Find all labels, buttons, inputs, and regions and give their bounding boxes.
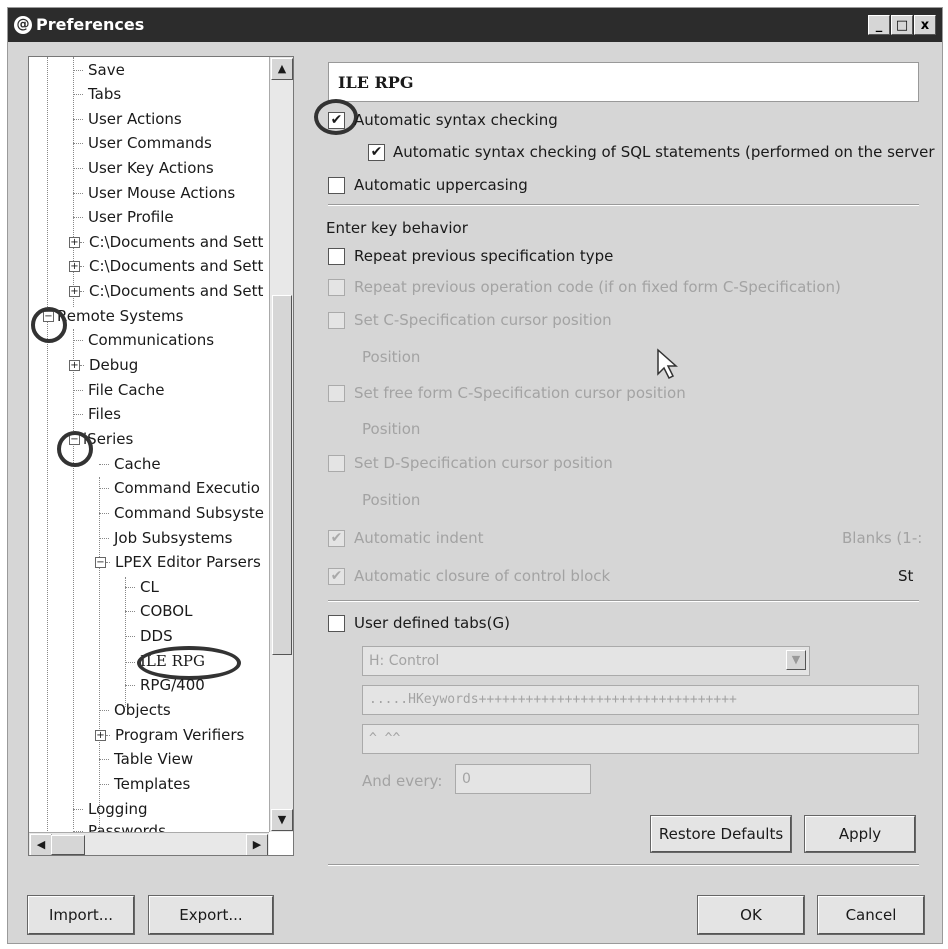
position-label: Position (362, 491, 421, 509)
import-button[interactable]: Import... (27, 895, 135, 935)
tree-item-command-execution[interactable]: Command Executio (99, 477, 260, 499)
expand-icon[interactable]: + (69, 360, 80, 371)
set-d-cursor-label: Set D-Specification cursor position (354, 454, 613, 472)
collapse-icon[interactable]: − (95, 557, 106, 568)
scroll-thumb[interactable] (272, 295, 292, 655)
tree-item-user-commands[interactable]: User Commands (73, 132, 212, 154)
tree-item-passwords[interactable]: Passwords (73, 820, 166, 832)
tree-item-rpg400[interactable]: RPG/400 (125, 674, 205, 696)
dropdown-arrow-icon: ▼ (786, 650, 806, 670)
auto-uppercase-checkbox[interactable] (328, 177, 345, 194)
maximize-button[interactable]: □ (891, 15, 913, 35)
expand-icon[interactable]: + (69, 237, 80, 248)
tree-item-user-profile[interactable]: User Profile (73, 206, 174, 228)
close-button[interactable]: x (914, 15, 936, 35)
auto-syntax-label: Automatic syntax checking (354, 111, 558, 129)
preferences-tree[interactable]: Save Tabs User Actions User Commands Use… (28, 56, 294, 856)
tree-item-cache[interactable]: Cache (99, 453, 161, 475)
scroll-up-arrow-icon[interactable]: ▲ (271, 58, 293, 80)
set-d-cursor-checkbox (328, 455, 345, 472)
title-bar: @ Preferences _ □ x (8, 8, 942, 42)
tree-item-files[interactable]: Files (73, 403, 121, 425)
tree-item-documents-1[interactable]: + C:\Documents and Sett (69, 231, 263, 253)
tree-item-objects[interactable]: Objects (99, 699, 171, 721)
expand-icon[interactable]: + (95, 730, 106, 741)
blanks-label: Blanks (1-: (842, 529, 923, 547)
window-title: Preferences (36, 15, 145, 34)
tree-item-logging[interactable]: Logging (73, 798, 148, 820)
tree-item-templates[interactable]: Templates (99, 773, 190, 795)
set-free-cursor-checkbox (328, 385, 345, 402)
tree-item-communications[interactable]: Communications (73, 329, 214, 351)
tree-item-lpex-editor-parsers[interactable]: − LPEX Editor Parsers (95, 551, 261, 573)
tree-item-file-cache[interactable]: File Cache (73, 379, 165, 401)
repeat-opcode-checkbox (328, 279, 345, 296)
preferences-window: @ Preferences _ □ x Save Tabs User Actio… (7, 7, 943, 944)
separator (328, 864, 919, 866)
minimize-button[interactable]: _ (868, 15, 890, 35)
restore-defaults-button[interactable]: Restore Defaults (650, 815, 792, 853)
tree-item-dds[interactable]: DDS (125, 625, 173, 647)
spec-type-value: H: Control (369, 653, 440, 669)
cancel-button[interactable]: Cancel (817, 895, 925, 935)
auto-syntax-sql-label: Automatic syntax checking of SQL stateme… (393, 143, 935, 161)
user-tabs-checkbox[interactable] (328, 615, 345, 632)
eclipse-icon: @ (14, 16, 32, 34)
tree-item-cl[interactable]: CL (125, 576, 159, 598)
tree-item-table-view[interactable]: Table View (99, 748, 193, 770)
set-c-cursor-checkbox (328, 312, 345, 329)
tree-item-user-actions[interactable]: User Actions (73, 108, 182, 130)
scroll-left-arrow-icon[interactable]: ◀ (30, 834, 52, 855)
tab-marks-field: ^ ^^ (362, 724, 919, 754)
export-button[interactable]: Export... (148, 895, 274, 935)
auto-closure-label: Automatic closure of control block (354, 567, 611, 585)
position-label: Position (362, 348, 421, 366)
st-label: St (898, 567, 914, 585)
position-label: Position (362, 420, 421, 438)
mouse-pointer-icon (656, 348, 678, 384)
spec-type-select: H: Control (362, 646, 810, 676)
auto-uppercase-label: Automatic uppercasing (354, 176, 528, 194)
separator (328, 600, 919, 602)
scroll-right-arrow-icon[interactable]: ▶ (246, 834, 268, 855)
tree-item-command-subsystem[interactable]: Command Subsyste (99, 502, 264, 524)
tree-item-user-mouse-actions[interactable]: User Mouse Actions (73, 182, 235, 204)
tree-item-documents-2[interactable]: + C:\Documents and Sett (69, 255, 263, 277)
repeat-spec-checkbox[interactable] (328, 248, 345, 265)
annotation-circle (57, 431, 93, 467)
scroll-thumb[interactable] (51, 835, 85, 855)
and-every-label: And every: (362, 772, 443, 790)
tree-item-job-subsystems[interactable]: Job Subsystems (99, 527, 232, 549)
tree-item-user-key-actions[interactable]: User Key Actions (73, 157, 214, 179)
tree-item-documents-3[interactable]: + C:\Documents and Sett (69, 280, 263, 302)
auto-syntax-sql-checkbox[interactable]: ✔ (368, 144, 385, 161)
and-every-input: 0 (455, 764, 591, 794)
repeat-spec-label: Repeat previous specification type (354, 247, 614, 265)
ok-button[interactable]: OK (697, 895, 805, 935)
auto-indent-label: Automatic indent (354, 529, 484, 547)
tree-item-program-verifiers[interactable]: + Program Verifiers (95, 724, 244, 746)
auto-closure-checkbox: ✔ (328, 568, 345, 585)
annotation-circle (314, 99, 358, 135)
tree-horizontal-scrollbar[interactable]: ◀ ▶ (29, 832, 269, 855)
expand-icon[interactable]: + (69, 261, 80, 272)
separator (328, 204, 919, 206)
tree-item-cobol[interactable]: COBOL (125, 600, 192, 622)
page-title: ILE RPG (328, 62, 919, 102)
repeat-opcode-label: Repeat previous operation code (if on fi… (354, 278, 841, 296)
set-free-cursor-label: Set free form C-Specification cursor pos… (354, 384, 686, 402)
user-tabs-label: User defined tabs(G) (354, 614, 510, 632)
expand-icon[interactable]: + (69, 286, 80, 297)
tree-vertical-scrollbar[interactable]: ▲ ▼ (269, 57, 293, 832)
annotation-circle (31, 307, 67, 343)
auto-indent-checkbox: ✔ (328, 530, 345, 547)
enter-key-heading: Enter key behavior (326, 219, 468, 237)
tree-item-debug[interactable]: + Debug (69, 354, 138, 376)
tree-item-tabs[interactable]: Tabs (73, 83, 121, 105)
set-c-cursor-label: Set C-Specification cursor position (354, 311, 612, 329)
tree-item-save[interactable]: Save (73, 59, 125, 81)
apply-button[interactable]: Apply (804, 815, 916, 853)
scroll-down-arrow-icon[interactable]: ▼ (271, 809, 293, 831)
ruler-field: .....HKeywords++++++++++++++++++++++++++… (362, 685, 919, 715)
